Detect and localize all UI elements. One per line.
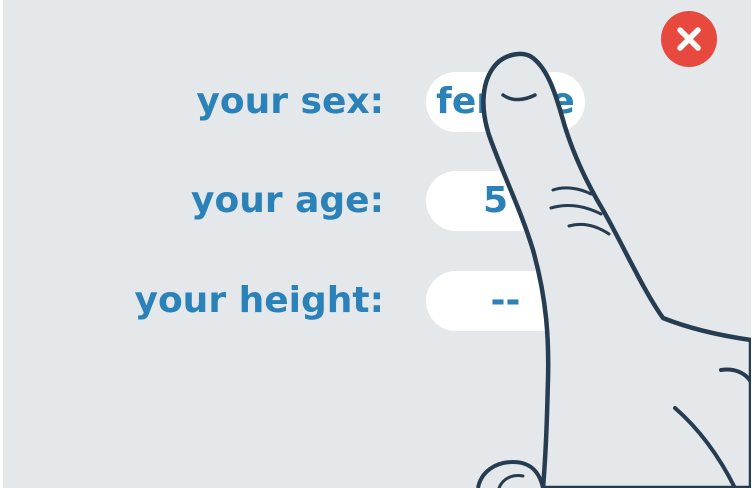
sex-field[interactable]: female	[426, 72, 585, 132]
sex-label: your sex:	[196, 81, 384, 122]
height-label: your height:	[134, 280, 384, 321]
age-field[interactable]: 5	[426, 171, 585, 231]
sex-row: your sex: female	[3, 72, 751, 132]
height-row: your height: --	[3, 271, 751, 331]
app-screen: your sex: female your age: 5 your height…	[3, 0, 751, 488]
height-field[interactable]: --	[426, 271, 585, 331]
age-row: your age: 5	[3, 171, 751, 231]
age-label: your age:	[191, 180, 384, 221]
close-button[interactable]	[661, 11, 717, 67]
close-icon	[677, 27, 701, 51]
